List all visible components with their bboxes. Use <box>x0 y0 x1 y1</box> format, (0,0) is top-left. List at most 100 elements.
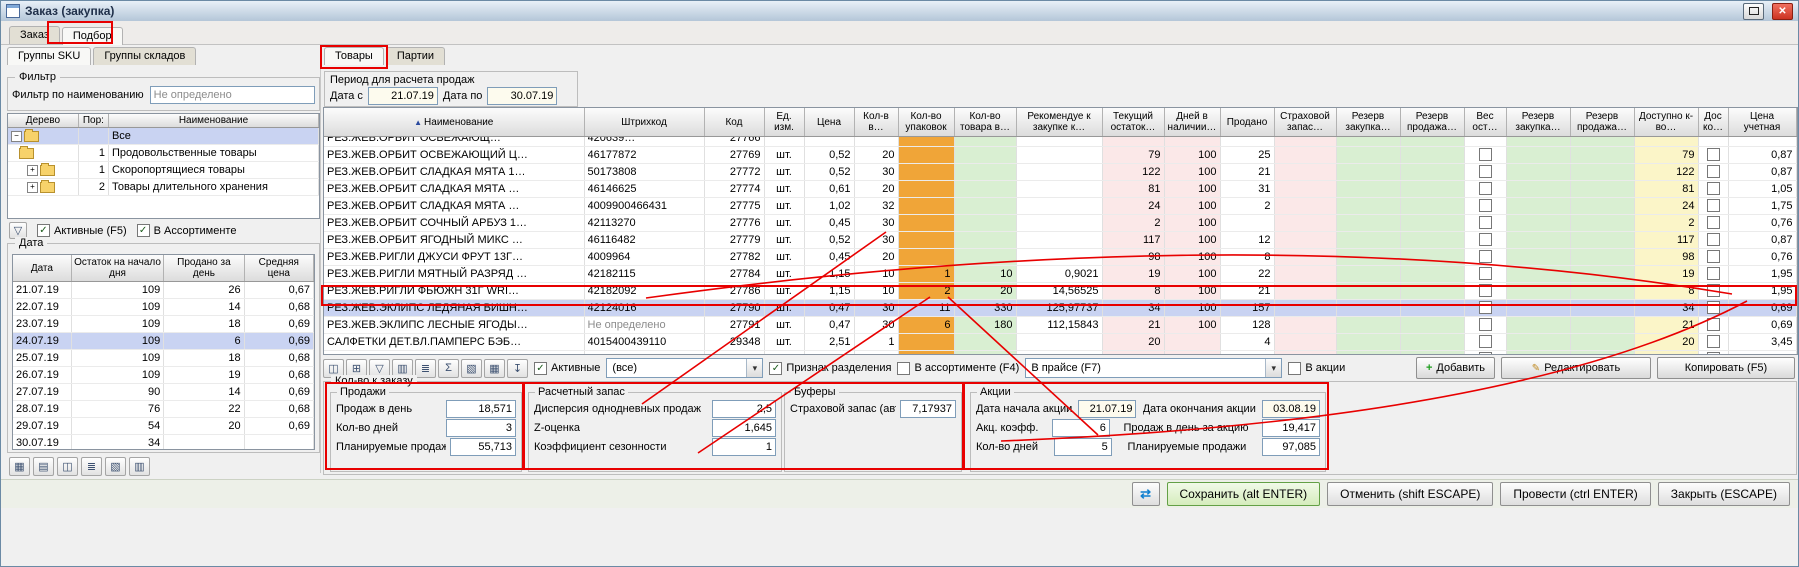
cell[interactable]: 30.07.19 <box>13 435 71 451</box>
cell[interactable]: 20 <box>854 181 898 198</box>
cell[interactable] <box>1698 164 1728 181</box>
cell[interactable]: 20 <box>854 249 898 266</box>
assortment-checkbox[interactable]: В ассортименте (F4) <box>897 362 1019 375</box>
column-header[interactable]: Штрихкод <box>584 108 704 137</box>
cell[interactable]: 100 <box>1164 249 1220 266</box>
cell[interactable]: 25.07.19 <box>13 350 71 367</box>
cell[interactable] <box>1570 351 1634 356</box>
cell[interactable] <box>1506 232 1570 249</box>
date-row[interactable]: 22.07.19109140,68 <box>13 299 314 316</box>
cell[interactable] <box>1400 266 1464 283</box>
cell[interactable]: 12 <box>1220 232 1274 249</box>
cell[interactable] <box>1400 351 1464 356</box>
column-header[interactable]: Вес ост… <box>1464 108 1506 137</box>
cell[interactable]: 21 <box>1220 283 1274 300</box>
cell[interactable]: 0,61 <box>804 181 854 198</box>
cell[interactable] <box>1400 147 1464 164</box>
date-row[interactable]: 29.07.1954200,69 <box>13 418 314 435</box>
cell[interactable]: 31 <box>1220 181 1274 198</box>
cell[interactable] <box>1506 266 1570 283</box>
cell[interactable]: 117 <box>1102 232 1164 249</box>
cell[interactable]: 14 <box>164 299 244 316</box>
planned-sales-input[interactable]: 55,713 <box>450 438 516 456</box>
table-row[interactable]: РЕЗ.ЖЕВ.ОРБИТ СЛАДКАЯ МЯТА 1…50173808277… <box>324 164 1796 181</box>
cell[interactable]: 4009964 <box>584 249 704 266</box>
cell[interactable]: шт. <box>764 283 804 300</box>
tab-batches[interactable]: Партии <box>386 47 445 65</box>
cell[interactable]: 54 <box>71 418 163 435</box>
cell[interactable]: 79 <box>1102 147 1164 164</box>
cell[interactable]: 26 <box>164 282 244 299</box>
cell[interactable] <box>1336 137 1400 147</box>
cell[interactable] <box>954 198 1016 215</box>
promo-sales-per-day-input[interactable]: 19,417 <box>1262 419 1320 437</box>
cell[interactable]: 19 <box>1634 266 1698 283</box>
cell[interactable] <box>954 181 1016 198</box>
cell[interactable]: 26.07.19 <box>13 367 71 384</box>
cell[interactable]: 42113270 <box>584 215 704 232</box>
cell[interactable]: 27776 <box>704 215 764 232</box>
cell[interactable] <box>1274 147 1336 164</box>
tab-order[interactable]: Заказ <box>9 26 60 44</box>
cell[interactable]: 30 <box>854 232 898 249</box>
row-flag-checkbox[interactable] <box>1479 233 1492 246</box>
cell[interactable]: 0,45 <box>804 215 854 232</box>
cell[interactable]: 27769 <box>704 147 764 164</box>
cell[interactable]: 128 <box>1220 317 1274 334</box>
cell[interactable] <box>1570 147 1634 164</box>
promo-coef-input[interactable]: 6 <box>1052 419 1110 437</box>
cell[interactable]: 3,45 <box>1728 334 1796 351</box>
cell[interactable]: 20 <box>1102 334 1164 351</box>
price-dropdown[interactable]: В прайсе (F7)▾ <box>1025 358 1282 378</box>
column-header[interactable]: Кол-во товара в… <box>954 108 1016 137</box>
safety-stock-input[interactable]: 7,17937 <box>900 400 956 418</box>
close-form-button[interactable]: Закрыть (ESCAPE) <box>1658 482 1790 506</box>
cell[interactable] <box>1016 147 1102 164</box>
expander-icon[interactable]: − <box>11 131 22 142</box>
cell[interactable] <box>1698 232 1728 249</box>
cell[interactable]: 125,97737 <box>1016 300 1102 317</box>
cell[interactable] <box>1016 164 1102 181</box>
table-row[interactable]: РЕЗ.ЖЕВ.ОРБИТ СОЧНЫЙ АРБУЗ 1…42113270277… <box>324 215 1796 232</box>
tab-warehouse-groups[interactable]: Группы складов <box>93 47 196 65</box>
cell[interactable] <box>1336 215 1400 232</box>
cell[interactable]: шт. <box>764 181 804 198</box>
row-flag-checkbox[interactable] <box>1707 318 1720 331</box>
cell[interactable]: 20 <box>854 147 898 164</box>
cell[interactable] <box>1274 334 1336 351</box>
cell[interactable] <box>1506 317 1570 334</box>
cell[interactable]: 0,87 <box>1728 232 1796 249</box>
cell[interactable]: 0,52 <box>804 232 854 249</box>
table-row[interactable]: РЕЗ.ЖЕВ.РИГЛИ ФЬЮЖН 31Г WRI…421820922778… <box>324 283 1796 300</box>
cell[interactable]: 100 <box>1164 181 1220 198</box>
export-icon[interactable]: ↧ <box>507 359 528 378</box>
cell[interactable] <box>1634 137 1698 147</box>
cell[interactable] <box>898 249 954 266</box>
cell[interactable]: 11 <box>898 300 954 317</box>
cell[interactable]: 1 <box>854 334 898 351</box>
cell[interactable] <box>1698 147 1728 164</box>
cell[interactable]: 30 <box>854 215 898 232</box>
cell[interactable]: 30 <box>854 164 898 181</box>
cell[interactable]: 46177872 <box>584 147 704 164</box>
column-header[interactable]: Резерв закупка… <box>1506 108 1570 137</box>
column-header[interactable]: Резерв продажа… <box>1570 108 1634 137</box>
cell[interactable]: 1 <box>78 145 108 162</box>
tree-node-cell[interactable] <box>8 145 78 162</box>
cell[interactable]: 0,68 <box>244 350 313 367</box>
cell[interactable]: 100 <box>1164 300 1220 317</box>
cell[interactable]: 0,52 <box>804 164 854 181</box>
cell[interactable]: 0,76 <box>1728 249 1796 266</box>
cell[interactable]: 34 <box>1102 300 1164 317</box>
cell[interactable] <box>1506 351 1570 356</box>
cell[interactable]: РЕЗ.ЖЕВ.ЭКЛИПС ЛЕСНЫЕ ЯГОДЫ… <box>324 317 584 334</box>
cell[interactable] <box>1698 137 1728 147</box>
cell[interactable]: 34 <box>71 435 163 451</box>
cell[interactable] <box>1698 181 1728 198</box>
cell[interactable] <box>1016 215 1102 232</box>
date-to-input[interactable]: 30.07.19 <box>487 87 557 105</box>
cell[interactable]: шт. <box>764 147 804 164</box>
cell[interactable] <box>1464 232 1506 249</box>
cell[interactable]: 109 <box>71 350 163 367</box>
cell[interactable]: 1,05 <box>1728 181 1796 198</box>
